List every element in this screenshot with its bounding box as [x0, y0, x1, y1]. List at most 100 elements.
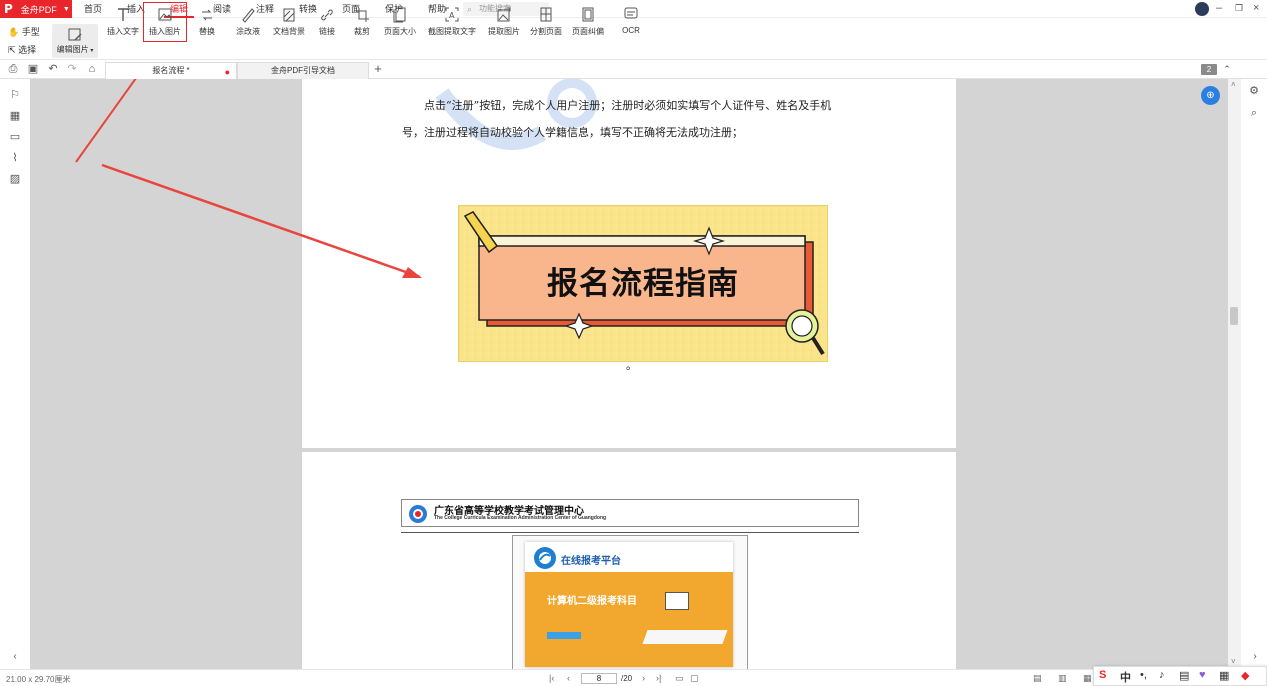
platform-banner: 计算机二级报考科目	[525, 572, 733, 667]
restore-icon[interactable]: ❐	[1235, 3, 1243, 14]
select-mode-button[interactable]: ⇱ 选择	[8, 43, 36, 56]
insert-image-icon	[158, 8, 172, 21]
platform-logo-icon	[534, 547, 556, 569]
extract-image-button[interactable]: 提取图片	[487, 6, 521, 42]
link-button[interactable]: 链接	[317, 6, 337, 42]
next-page-icon[interactable]: ›	[642, 673, 645, 683]
platform-screenshot[interactable]: 在线报考平台 计算机二级报考科目	[512, 535, 748, 669]
fit-page-icon[interactable]: ▢	[690, 673, 699, 684]
vertical-scrollbar[interactable]: ˄ ˅	[1228, 79, 1241, 669]
bookmark-icon[interactable]: ⚐	[9, 89, 21, 101]
screenshot-ocr-button[interactable]: A 截图提取文字	[425, 6, 479, 42]
scroll-up-icon[interactable]: ˄	[1231, 80, 1236, 89]
scroll-down-icon[interactable]: ˅	[1231, 657, 1236, 666]
document-background-label: 文档背景	[273, 27, 305, 36]
replace-button[interactable]: 替换	[196, 6, 218, 42]
paragraph-line-1: 点击“注册”按钮，完成个人用户注册；注册时必须如实填写个人证件号、姓名及手机	[424, 99, 832, 112]
microphone-icon[interactable]: ♪	[1159, 669, 1165, 681]
insert-image-label: 插入图片	[149, 27, 181, 36]
collapse-left-icon[interactable]: ‹	[9, 651, 21, 663]
platform-desk-graphic	[642, 630, 728, 644]
extract-image-icon	[497, 7, 511, 22]
comment-icon[interactable]: ▭	[9, 131, 21, 143]
unsaved-dot-icon: ●	[224, 67, 230, 77]
app-logo-icon: P	[4, 2, 13, 16]
close-icon[interactable]: ×	[1253, 2, 1259, 14]
print-icon[interactable]: ⎙	[7, 63, 19, 75]
crop-button[interactable]: 裁剪	[352, 6, 372, 42]
ime-language-toggle[interactable]: 中	[1120, 669, 1131, 685]
single-page-view-icon[interactable]: ▤	[1033, 673, 1042, 684]
punctuation-icon[interactable]: •,	[1140, 669, 1147, 681]
correction-fluid-button[interactable]: 涂改液	[232, 6, 264, 42]
platform-headline: 计算机二级报考科目	[547, 596, 637, 607]
toolbox-icon[interactable]: ▦	[1219, 669, 1229, 682]
ai-assistant-icon[interactable]: ⊕	[1201, 86, 1220, 105]
search-icon[interactable]: ⌕	[1248, 107, 1260, 119]
insert-image-button[interactable]: 插入图片	[143, 2, 187, 42]
document-background-button[interactable]: 文档背景	[273, 6, 305, 42]
double-page-view-icon[interactable]: ▥	[1058, 673, 1067, 684]
last-page-icon[interactable]: ›|	[656, 673, 661, 683]
view-mode-icon[interactable]: ▭	[675, 673, 684, 684]
platform-name: 在线报考平台	[561, 556, 621, 567]
split-page-icon	[540, 7, 552, 22]
home-icon[interactable]: ⌂	[86, 63, 98, 75]
insert-text-label: 插入文字	[107, 27, 139, 36]
new-tab-icon[interactable]: +	[372, 62, 384, 75]
divider-line	[401, 532, 859, 533]
tab-guide-document[interactable]: 金舟PDF引导文档	[237, 62, 369, 79]
minimize-icon[interactable]: –	[1216, 2, 1222, 14]
ime-logo-icon[interactable]: S	[1099, 669, 1106, 681]
prev-page-icon[interactable]: ‹	[567, 673, 570, 683]
settings-sliders-icon[interactable]: ⚙	[1248, 85, 1260, 97]
attachment-icon[interactable]: ⌇	[9, 152, 21, 164]
pdf-page-2: 广东省高等学校教学考试管理中心 The College Curricula Ex…	[302, 452, 956, 669]
page-number-input[interactable]: 8	[581, 673, 617, 684]
edit-image-button[interactable]: 编辑图片 ▾	[52, 24, 98, 58]
page-size-label: 页面大小	[384, 27, 416, 36]
first-page-icon[interactable]: |‹	[549, 673, 554, 683]
trailing-period: 。	[626, 359, 637, 372]
ocr-icon	[624, 7, 638, 19]
left-sidebar: ⚐ ▦ ▭ ⌇ ▨ ‹	[0, 79, 30, 669]
user-avatar[interactable]	[1195, 2, 1209, 16]
chevron-down-icon: ▼	[62, 5, 70, 13]
split-page-button[interactable]: 分割页面	[529, 6, 563, 42]
thumbnail-icon[interactable]: ▦	[9, 110, 21, 122]
keyboard-icon[interactable]: ▤	[1179, 669, 1189, 682]
save-icon[interactable]: ▣	[27, 63, 39, 75]
redo-icon[interactable]: ↷	[66, 63, 78, 75]
document-viewport[interactable]: 点击“注册”按钮，完成个人用户注册；注册时必须如实填写个人证件号、姓名及手机 号…	[30, 79, 1228, 669]
ocr-label: OCR	[622, 26, 640, 35]
annotation-arrows	[75, 79, 422, 279]
skin-icon[interactable]: ♥	[1199, 669, 1206, 681]
platform-tag	[547, 632, 581, 639]
collapse-right-icon[interactable]: ›	[1249, 651, 1261, 663]
scroll-thumb[interactable]	[1230, 307, 1238, 325]
correction-pen-icon	[242, 8, 255, 23]
deskew-page-button[interactable]: 页面纠偏	[571, 6, 605, 42]
platform-board-graphic	[665, 592, 689, 610]
undo-icon[interactable]: ↶	[47, 63, 59, 75]
app-logo-button[interactable]: P 金舟PDF ▼	[0, 0, 72, 18]
tab-registration-process[interactable]: 报名流程 * ●	[105, 62, 237, 79]
page-size-icon	[393, 7, 406, 23]
link-label: 链接	[319, 27, 335, 36]
menu-home[interactable]: 首页	[84, 0, 102, 18]
ime-mascot-icon[interactable]: ◆	[1241, 669, 1249, 682]
ime-toolbar: S 中 •, ♪ ▤ ♥ ▦ ◆	[1093, 666, 1267, 686]
paragraph-line-2: 号，注册过程将自动校验个人学籍信息，填写不正确将无法成功注册；	[402, 126, 743, 139]
image-panel-icon[interactable]: ▨	[9, 173, 21, 185]
chevron-up-icon[interactable]: ⌃	[1221, 63, 1233, 75]
insert-text-button[interactable]: 插入文字	[106, 6, 140, 42]
hand-mode-button[interactable]: ✋ 手型	[8, 25, 40, 38]
ocr-button[interactable]: OCR	[620, 6, 642, 42]
guide-banner-image[interactable]: 报名流程指南	[458, 205, 828, 362]
deskew-page-label: 页面纠偏	[572, 27, 604, 36]
total-pages: /20	[621, 674, 633, 683]
page-size-button[interactable]: 页面大小	[383, 6, 417, 42]
continuous-view-icon[interactable]: ▦	[1083, 673, 1092, 684]
hand-mode-label: 手型	[21, 27, 40, 37]
deskew-icon	[582, 7, 594, 22]
